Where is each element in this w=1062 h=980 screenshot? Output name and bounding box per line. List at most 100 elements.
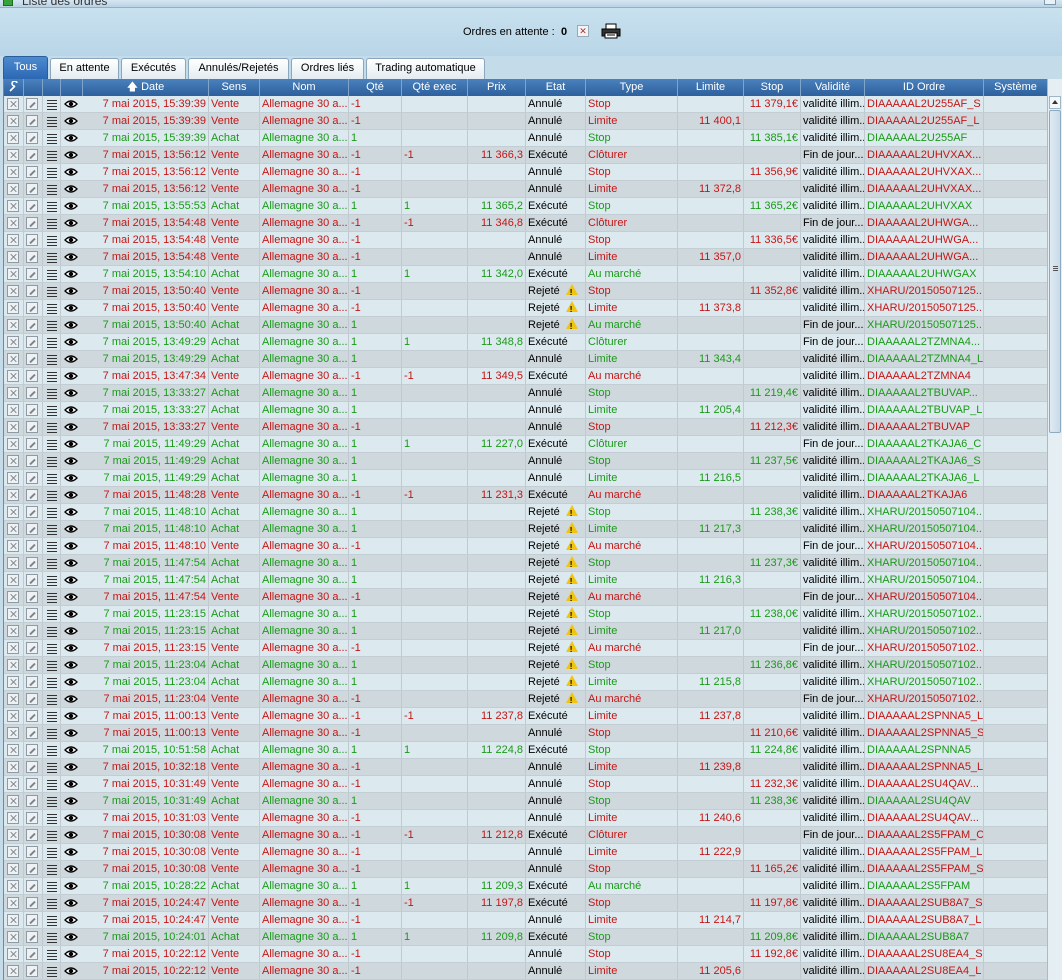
edit-icon[interactable]: [26, 625, 38, 637]
view-icon[interactable]: [64, 234, 78, 246]
table-row[interactable]: 7 mai 2015, 10:30:08 Vente Allemagne 30 a.…: [4, 844, 1047, 861]
delete-icon[interactable]: [7, 268, 19, 280]
details-icon[interactable]: [46, 727, 58, 739]
header-validite[interactable]: Validité: [801, 79, 865, 96]
edit-icon[interactable]: [26, 285, 38, 297]
table-row[interactable]: 7 mai 2015, 13:49:29 Achat Allemagne 30 a.…: [4, 351, 1047, 368]
delete-icon[interactable]: [7, 302, 19, 314]
edit-icon[interactable]: [26, 251, 38, 263]
delete-icon[interactable]: [7, 727, 19, 739]
delete-icon[interactable]: [7, 115, 19, 127]
view-icon[interactable]: [64, 727, 78, 739]
delete-icon[interactable]: [7, 965, 19, 977]
edit-icon[interactable]: [26, 506, 38, 518]
details-icon[interactable]: [46, 438, 58, 450]
scroll-up-button[interactable]: [1049, 96, 1061, 109]
details-icon[interactable]: [46, 591, 58, 603]
details-icon[interactable]: [46, 506, 58, 518]
delete-icon[interactable]: [7, 812, 19, 824]
table-row[interactable]: 7 mai 2015, 11:23:04 Vente Allemagne 30 a.…: [4, 691, 1047, 708]
edit-icon[interactable]: [26, 914, 38, 926]
delete-icon[interactable]: [7, 574, 19, 586]
delete-icon[interactable]: [7, 404, 19, 416]
header-etat[interactable]: Etat: [526, 79, 586, 96]
edit-icon[interactable]: [26, 387, 38, 399]
table-row[interactable]: 7 mai 2015, 10:31:49 Vente Allemagne 30 a.…: [4, 776, 1047, 793]
header-date[interactable]: 🡅 Date: [83, 79, 209, 96]
edit-icon[interactable]: [26, 591, 38, 603]
details-icon[interactable]: [46, 132, 58, 144]
details-icon[interactable]: [46, 965, 58, 977]
edit-icon[interactable]: [26, 200, 38, 212]
header-type[interactable]: Type: [586, 79, 678, 96]
view-icon[interactable]: [64, 965, 78, 977]
view-icon[interactable]: [64, 268, 78, 280]
edit-icon[interactable]: [26, 812, 38, 824]
delete-icon[interactable]: [7, 693, 19, 705]
details-icon[interactable]: [46, 642, 58, 654]
view-icon[interactable]: [64, 812, 78, 824]
view-icon[interactable]: [64, 472, 78, 484]
delete-icon[interactable]: [7, 472, 19, 484]
view-icon[interactable]: [64, 608, 78, 620]
delete-icon[interactable]: [7, 829, 19, 841]
edit-icon[interactable]: [26, 455, 38, 467]
header-id-ordre[interactable]: ID Ordre: [865, 79, 984, 96]
delete-icon[interactable]: [7, 795, 19, 807]
edit-icon[interactable]: [26, 217, 38, 229]
edit-icon[interactable]: [26, 523, 38, 535]
view-icon[interactable]: [64, 761, 78, 773]
details-icon[interactable]: [46, 795, 58, 807]
details-icon[interactable]: [46, 421, 58, 433]
view-icon[interactable]: [64, 540, 78, 552]
view-icon[interactable]: [64, 948, 78, 960]
settings-icon[interactable]: [4, 79, 24, 96]
view-icon[interactable]: [64, 880, 78, 892]
delete-icon[interactable]: [7, 914, 19, 926]
table-row[interactable]: 7 mai 2015, 13:50:40 Achat Allemagne 30 a.…: [4, 317, 1047, 334]
view-icon[interactable]: [64, 302, 78, 314]
vertical-scrollbar[interactable]: [1047, 79, 1062, 980]
clear-pending-icon[interactable]: ✕: [577, 25, 589, 37]
delete-icon[interactable]: [7, 523, 19, 535]
details-icon[interactable]: [46, 98, 58, 110]
delete-icon[interactable]: [7, 591, 19, 603]
printer-icon[interactable]: [601, 23, 621, 39]
delete-icon[interactable]: [7, 285, 19, 297]
view-icon[interactable]: [64, 149, 78, 161]
details-icon[interactable]: [46, 710, 58, 722]
details-icon[interactable]: [46, 200, 58, 212]
edit-icon[interactable]: [26, 404, 38, 416]
edit-icon[interactable]: [26, 353, 38, 365]
details-icon[interactable]: [46, 948, 58, 960]
table-row[interactable]: 7 mai 2015, 11:00:13 Vente Allemagne 30 a.…: [4, 708, 1047, 725]
header-qte-exec[interactable]: Qté exec: [402, 79, 468, 96]
view-icon[interactable]: [64, 438, 78, 450]
view-icon[interactable]: [64, 404, 78, 416]
edit-icon[interactable]: [26, 642, 38, 654]
table-row[interactable]: 7 mai 2015, 10:24:01 Achat Allemagne 30 a.…: [4, 929, 1047, 946]
delete-icon[interactable]: [7, 251, 19, 263]
edit-icon[interactable]: [26, 948, 38, 960]
table-row[interactable]: 7 mai 2015, 15:39:39 Vente Allemagne 30 a.…: [4, 96, 1047, 113]
view-icon[interactable]: [64, 506, 78, 518]
details-icon[interactable]: [46, 863, 58, 875]
details-icon[interactable]: [46, 370, 58, 382]
delete-icon[interactable]: [7, 506, 19, 518]
delete-icon[interactable]: [7, 659, 19, 671]
details-icon[interactable]: [46, 897, 58, 909]
details-icon[interactable]: [46, 846, 58, 858]
edit-icon[interactable]: [26, 98, 38, 110]
delete-icon[interactable]: [7, 778, 19, 790]
header-nom[interactable]: Nom: [260, 79, 349, 96]
view-icon[interactable]: [64, 846, 78, 858]
view-icon[interactable]: [64, 897, 78, 909]
edit-icon[interactable]: [26, 608, 38, 620]
table-row[interactable]: 7 mai 2015, 15:39:39 Achat Allemagne 30 a.…: [4, 130, 1047, 147]
view-icon[interactable]: [64, 217, 78, 229]
edit-icon[interactable]: [26, 132, 38, 144]
details-icon[interactable]: [46, 183, 58, 195]
details-icon[interactable]: [46, 268, 58, 280]
view-icon[interactable]: [64, 778, 78, 790]
details-icon[interactable]: [46, 557, 58, 569]
